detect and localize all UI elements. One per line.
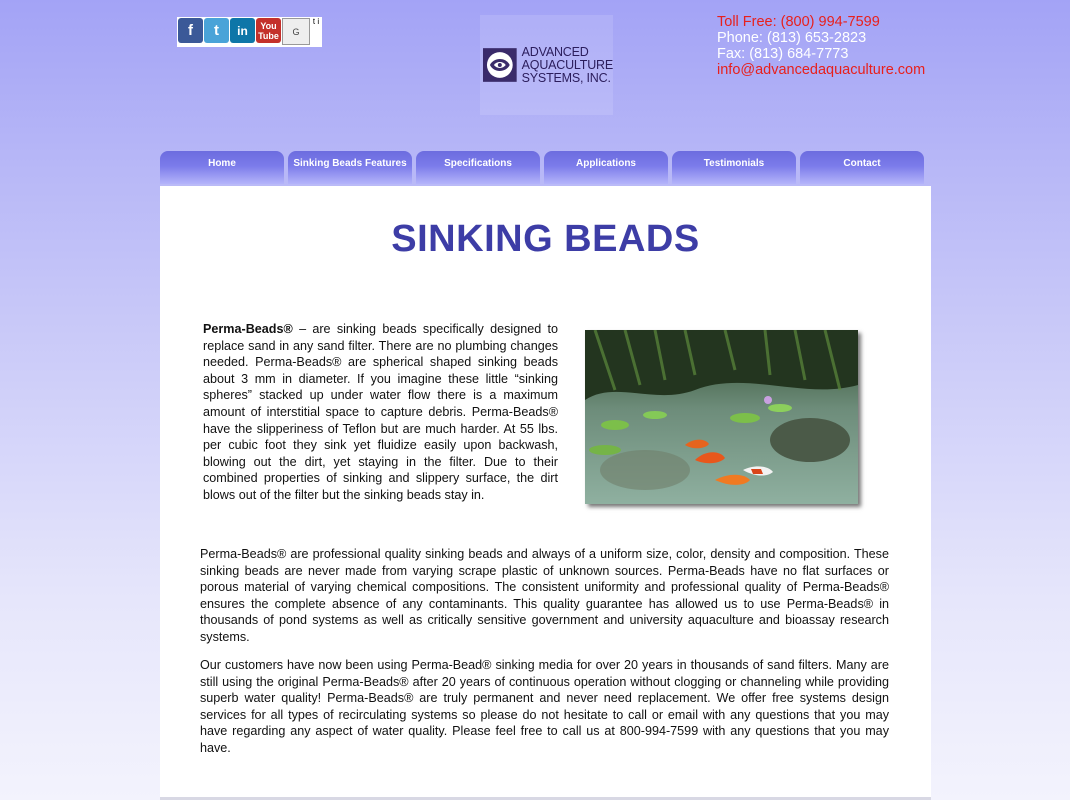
youtube-label-top: You	[260, 20, 277, 31]
nav-contact[interactable]: Contact	[800, 151, 924, 184]
intro-brand: Perma-Beads®	[203, 322, 293, 336]
broken-image-icon[interactable]: t i	[311, 18, 321, 43]
toll-free-number[interactable]: Toll Free: (800) 994-7599	[717, 14, 925, 30]
nav-specifications[interactable]: Specifications	[416, 151, 540, 184]
customers-paragraph: Our customers have now been using Perma-…	[200, 658, 889, 755]
logo-text: ADVANCED AQUACULTURE SYSTEMS, INC.	[521, 44, 614, 85]
fax-number: Fax: (813) 684-7773	[717, 46, 849, 62]
main-nav: Home Sinking Beads Features Specificatio…	[160, 151, 931, 186]
intro-text: – are sinking beads specifically designe…	[203, 322, 558, 502]
company-logo[interactable]: ADVANCED AQUACULTURE SYSTEMS, INC.	[480, 15, 613, 115]
quality-paragraph: Perma-Beads® are professional quality si…	[200, 547, 889, 644]
fish-emblem-icon	[482, 48, 517, 82]
nav-sinking-beads-features[interactable]: Sinking Beads Features	[288, 151, 412, 184]
contact-info: Toll Free: (800) 994-7599 Phone: (813) 6…	[717, 14, 925, 78]
intro-paragraph: Perma-Beads® – are sinking beads specifi…	[203, 321, 558, 504]
youtube-icon[interactable]: You Tube	[256, 18, 281, 43]
nav-testimonials[interactable]: Testimonials	[672, 151, 796, 184]
social-links: f t in You Tube G t i	[177, 17, 322, 47]
phone-number: Phone: (813) 653-2823	[717, 30, 867, 46]
email-link[interactable]: info@advancedaquaculture.com	[717, 62, 925, 78]
logo-line-3: SYSTEMS, INC.	[521, 70, 611, 85]
google-plus-icon[interactable]: G	[282, 18, 310, 45]
twitter-icon[interactable]: t	[204, 18, 229, 43]
youtube-label-bottom: Tube	[258, 30, 279, 41]
koi-pond-photo	[585, 330, 858, 504]
koi-pond-image	[585, 330, 858, 504]
logo-line-1: ADVANCED	[521, 44, 589, 59]
logo-line-2: AQUACULTURE	[521, 57, 614, 72]
linkedin-icon[interactable]: in	[230, 18, 255, 43]
nav-home[interactable]: Home	[160, 151, 284, 184]
nav-applications[interactable]: Applications	[544, 151, 668, 184]
facebook-icon[interactable]: f	[178, 18, 203, 43]
main-content: SINKING BEADS Perma-Beads® – are sinking…	[160, 186, 931, 800]
page-title: SINKING BEADS	[391, 218, 700, 260]
